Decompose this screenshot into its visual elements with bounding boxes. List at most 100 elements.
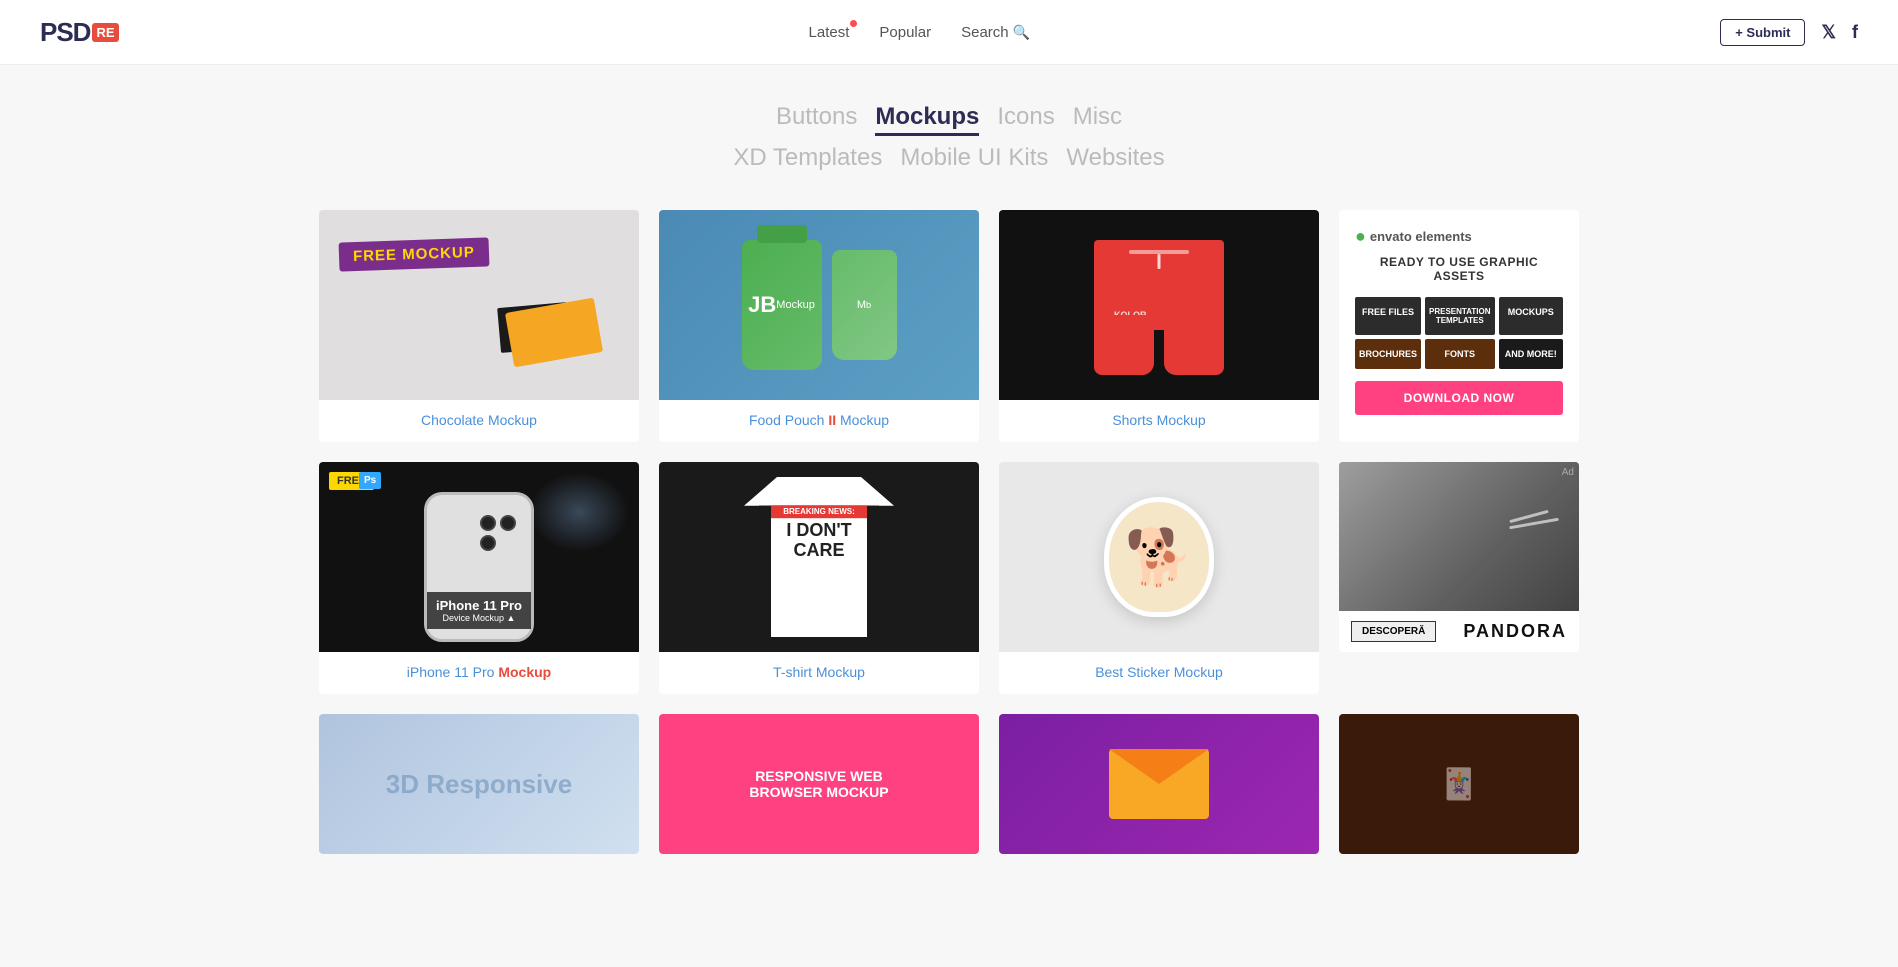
envato-cells: FREE FILES PRESENTATIONTEMPLATES MOCKUPS… — [1355, 297, 1563, 369]
envato-logo: ● envato elements — [1355, 226, 1563, 247]
header-right: + Submit 𝕏 f — [1720, 19, 1858, 46]
card-tshirt-link[interactable]: T-shirt Mockup — [773, 664, 865, 680]
envato-cell-fonts: FONTS — [1425, 339, 1494, 369]
grid-row-1: FREE MOCKUP Chocolate Mockup JBMockup Mb… — [319, 210, 1579, 442]
nav-latest-label: Latest — [809, 24, 850, 41]
shorts-legs — [1094, 315, 1224, 375]
card-sticker[interactable]: 🐕 Best Sticker Mockup — [999, 462, 1319, 694]
card-tshirt[interactable]: BREAKING NEWS: I DON'TCARE T-shirt Mocku… — [659, 462, 979, 694]
pandora-discover-button[interactable]: DESCOPERĂ — [1351, 621, 1436, 642]
card-browser-mockup[interactable]: RESPONSIVE WEB BROWSER MOCKUP — [659, 714, 979, 854]
iphone-subtitle: Device Mockup ▲ — [433, 613, 525, 623]
nav-search[interactable]: Search 🔍 — [961, 24, 1030, 41]
camera-lens-1 — [480, 515, 496, 531]
cat-buttons[interactable]: Buttons — [776, 103, 857, 136]
browser-line1: RESPONSIVE WEB — [749, 768, 888, 784]
logo[interactable]: PSD RE — [40, 17, 119, 48]
nav-search-label: Search — [961, 24, 1009, 41]
card-sticker-title: Best Sticker Mockup — [999, 652, 1319, 694]
card-food-pouch-title: Food Pouch II Mockup — [659, 400, 979, 442]
card-chocolate[interactable]: FREE MOCKUP Chocolate Mockup — [319, 210, 639, 442]
envato-cell-presentation: PRESENTATIONTEMPLATES — [1425, 297, 1494, 335]
envato-logo-text: envato elements — [1370, 229, 1472, 244]
card-sticker-link[interactable]: Best Sticker Mockup — [1095, 664, 1223, 680]
card-browser-image: RESPONSIVE WEB BROWSER MOCKUP — [659, 714, 979, 854]
breaking-news-text: BREAKING NEWS: — [759, 505, 879, 518]
nav-popular-label: Popular — [879, 24, 931, 41]
water-splash — [529, 472, 629, 552]
main-nav: Latest Popular Search 🔍 — [809, 24, 1031, 41]
iphone-label: iPhone 11 Pro Device Mockup ▲ — [427, 592, 531, 629]
main-content: FREE MOCKUP Chocolate Mockup JBMockup Mb… — [299, 210, 1599, 894]
cat-misc[interactable]: Misc — [1073, 103, 1122, 136]
card-food-pouch-image: JBMockup Mb — [659, 210, 979, 400]
tshirt-print: BREAKING NEWS: I DON'TCARE — [759, 505, 879, 561]
grid-row-3: 3D Responsive RESPONSIVE WEB BROWSER MOC… — [319, 714, 1579, 854]
cat-websites[interactable]: Websites — [1066, 144, 1164, 172]
grid-row-2: FREE Ps iPhone 11 Pro Device Mockup ▲ — [319, 462, 1579, 694]
envato-cell-more: AND MORE! — [1499, 339, 1564, 369]
envato-cell-mockups: MOCKUPS — [1499, 297, 1564, 335]
pandora-brand-name: PANDORA — [1463, 621, 1567, 642]
card-iphone[interactable]: FREE Ps iPhone 11 Pro Device Mockup ▲ — [319, 462, 639, 694]
ad-bottom-decoration: 🃏 — [1440, 767, 1477, 802]
envelope-shape — [1109, 749, 1209, 819]
card-tshirt-title: T-shirt Mockup — [659, 652, 979, 694]
camera-lens-3 — [480, 535, 496, 551]
shorts-drawstring — [1158, 254, 1161, 269]
iphone-model: iPhone 11 Pro — [433, 598, 525, 613]
envato-ad: ● envato elements READY TO USE GRAPHIC A… — [1339, 210, 1579, 442]
jewelry-visual — [1509, 511, 1569, 591]
card-chocolate-link[interactable]: Chocolate Mockup — [421, 412, 537, 428]
card-iphone-link[interactable]: iPhone 11 Pro Mockup — [407, 664, 551, 680]
pandora-bottom-bar: DESCOPERĂ PANDORA — [1339, 611, 1579, 652]
idc-text: I DON'TCARE — [759, 521, 879, 561]
submit-button[interactable]: + Submit — [1720, 19, 1805, 46]
envato-download-button[interactable]: DOWNLOAD NOW — [1355, 381, 1563, 415]
envato-tagline: READY TO USE GRAPHIC ASSETS — [1355, 255, 1563, 283]
card-chocolate-title: Chocolate Mockup — [319, 400, 639, 442]
card-iphone-image: FREE Ps iPhone 11 Pro Device Mockup ▲ — [319, 462, 639, 652]
shorts-visual: KOLORBABEH — [1094, 230, 1224, 380]
cat-icons[interactable]: Icons — [997, 103, 1054, 136]
3d-text: 3D Responsive — [386, 769, 572, 800]
card-shorts-title: Shorts Mockup — [999, 400, 1319, 442]
card-envelope[interactable] — [999, 714, 1319, 854]
ad-bottom-right: 🃏 — [1339, 714, 1579, 854]
logo-re: RE — [92, 23, 118, 42]
photoshop-icon: Ps — [359, 472, 381, 489]
pandora-image-area: Ad — [1339, 462, 1579, 611]
twitter-icon[interactable]: 𝕏 — [1821, 22, 1836, 43]
pouch-1: JBMockup — [742, 240, 822, 370]
search-icon: 🔍 — [1013, 24, 1030, 40]
card-shorts-link[interactable]: Shorts Mockup — [1112, 412, 1205, 428]
card-food-pouch-link[interactable]: Food Pouch II Mockup — [749, 412, 889, 428]
ad-label: Ad — [1562, 467, 1574, 478]
cat-mobile-ui-kits[interactable]: Mobile UI Kits — [900, 144, 1048, 172]
tshirt-container: BREAKING NEWS: I DON'TCARE — [739, 472, 899, 642]
card-chocolate-image: FREE MOCKUP — [319, 210, 639, 400]
cat-mockups[interactable]: Mockups — [875, 103, 979, 136]
nav-latest[interactable]: Latest — [809, 24, 850, 41]
card-3d-responsive[interactable]: 3D Responsive — [319, 714, 639, 854]
card-shorts-image: KOLORBABEH — [999, 210, 1319, 400]
iphone-cameras — [480, 515, 516, 551]
envato-dot-icon: ● — [1355, 226, 1366, 247]
shorts-leg-right — [1164, 315, 1224, 375]
card-food-pouch[interactable]: JBMockup Mb Food Pouch II Mockup — [659, 210, 979, 442]
cat-xd-templates[interactable]: XD Templates — [733, 144, 882, 172]
envato-cell-brochures: BROCHURES — [1355, 339, 1421, 369]
nav-dot — [850, 20, 857, 27]
card-envelope-image — [999, 714, 1319, 854]
nav-popular[interactable]: Popular — [879, 24, 931, 41]
logo-psd: PSD — [40, 17, 90, 48]
card-shorts[interactable]: KOLORBABEH Shorts Mockup — [999, 210, 1319, 442]
facebook-icon[interactable]: f — [1852, 22, 1858, 43]
free-mockup-badge: FREE MOCKUP — [339, 237, 490, 271]
category-nav: Buttons Mockups Icons Misc XD Templates … — [0, 65, 1898, 210]
iphone-body: iPhone 11 Pro Device Mockup ▲ — [424, 492, 534, 642]
pouch-2: Mb — [832, 250, 897, 360]
card-tshirt-image: BREAKING NEWS: I DON'TCARE — [659, 462, 979, 652]
card-sticker-image: 🐕 — [999, 462, 1319, 652]
browser-text: RESPONSIVE WEB BROWSER MOCKUP — [749, 768, 888, 800]
